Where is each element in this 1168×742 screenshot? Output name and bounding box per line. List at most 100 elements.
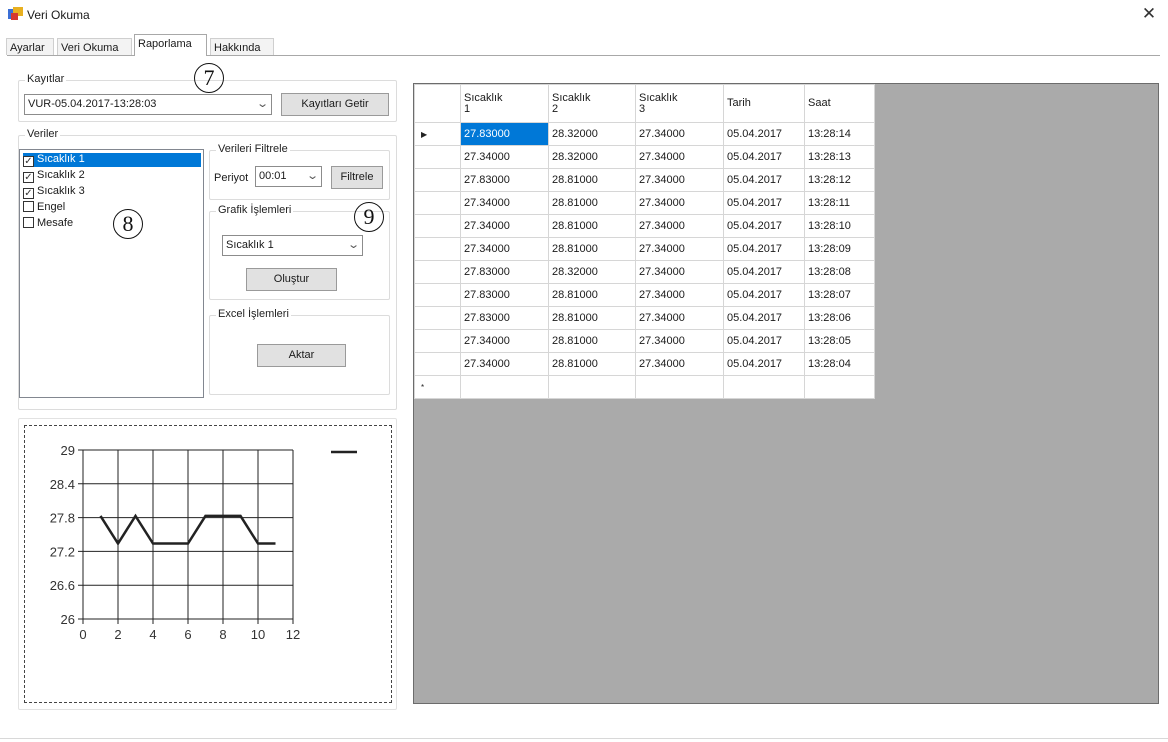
table-cell[interactable]: 13:28:06 (804, 306, 875, 330)
row-header-cell[interactable] (414, 237, 461, 261)
table-cell[interactable]: 27.83000 (460, 168, 549, 192)
table-cell[interactable]: 28.32000 (548, 260, 636, 284)
table-cell[interactable]: 27.83000 (460, 122, 549, 146)
close-icon[interactable]: ✕ (1140, 4, 1158, 24)
table-cell[interactable]: 05.04.2017 (723, 122, 805, 146)
table-cell[interactable]: 27.34000 (460, 191, 549, 215)
table-cell[interactable]: 13:28:12 (804, 168, 875, 192)
table-cell[interactable]: 27.34000 (460, 214, 549, 238)
table-cell[interactable]: 27.34000 (635, 214, 724, 238)
row-header-cell[interactable] (414, 329, 461, 353)
table-cell[interactable]: 05.04.2017 (723, 352, 805, 376)
list-item-sicaklik-3[interactable]: ✓ Sıcaklık 3 (23, 185, 201, 199)
table-cell[interactable]: 28.81000 (548, 237, 636, 261)
table-cell[interactable]: 27.34000 (460, 237, 549, 261)
table-cell[interactable]: 13:28:05 (804, 329, 875, 353)
table-cell[interactable]: 27.34000 (460, 352, 549, 376)
table-cell[interactable]: 27.34000 (635, 260, 724, 284)
column-header[interactable]: Sıcaklık 2 (548, 84, 636, 123)
table-cell[interactable]: 27.83000 (460, 283, 549, 307)
checkbox-checked-icon[interactable]: ✓ (23, 188, 34, 199)
table-cell[interactable]: 27.34000 (460, 329, 549, 353)
table-row[interactable]: 27.34000 28.32000 27.34000 05.04.2017 13:28:… (414, 145, 875, 169)
table-cell[interactable]: 27.83000 (460, 306, 549, 330)
column-header[interactable]: Sıcaklık 3 (635, 84, 724, 123)
table-cell[interactable]: 28.81000 (548, 191, 636, 215)
column-header[interactable]: Saat (804, 84, 875, 123)
table-cell[interactable]: 28.81000 (548, 283, 636, 307)
column-header[interactable]: Sıcaklık 1 (460, 84, 549, 123)
table-cell[interactable]: 13:28:11 (804, 191, 875, 215)
table-cell[interactable]: 28.81000 (548, 168, 636, 192)
row-header-cell[interactable] (414, 191, 461, 215)
table-cell[interactable]: 27.83000 (460, 260, 549, 284)
table-cell[interactable]: 13:28:08 (804, 260, 875, 284)
table-cell[interactable]: 05.04.2017 (723, 214, 805, 238)
data-grid[interactable]: Sıcaklık 1 Sıcaklık 2 Sıcaklık 3 Tarih S… (413, 83, 1159, 704)
table-cell[interactable]: 27.34000 (635, 237, 724, 261)
export-excel-button[interactable]: Aktar (257, 344, 346, 367)
table-cell[interactable]: 27.34000 (635, 168, 724, 192)
table-cell[interactable]: 28.32000 (548, 122, 636, 146)
tab-hakkinda[interactable]: Hakkında (210, 38, 274, 55)
table-cell[interactable]: 28.32000 (548, 145, 636, 169)
filter-button[interactable]: Filtrele (331, 166, 383, 189)
table-cell[interactable]: 27.34000 (635, 283, 724, 307)
table-cell[interactable]: 27.34000 (460, 145, 549, 169)
tab-ayarlar[interactable]: Ayarlar (6, 38, 54, 55)
table-cell[interactable]: 27.34000 (635, 306, 724, 330)
list-item-sicaklik-2[interactable]: ✓ Sıcaklık 2 (23, 169, 201, 183)
row-header-cell[interactable] (414, 168, 461, 192)
records-select[interactable]: VUR-05.04.2017-13:28:03 ⌄ (24, 94, 272, 115)
row-header-cell[interactable] (414, 214, 461, 238)
table-row[interactable]: 27.83000 28.32000 27.34000 05.04.2017 13:28:… (414, 260, 875, 284)
table-cell[interactable]: 27.34000 (635, 191, 724, 215)
fetch-records-button[interactable]: Kayıtları Getir (281, 93, 389, 116)
table-cell[interactable]: 05.04.2017 (723, 168, 805, 192)
row-header-cell[interactable] (414, 352, 461, 376)
table-row[interactable]: 27.83000 28.81000 27.34000 05.04.2017 13:28:… (414, 168, 875, 192)
table-cell[interactable] (804, 375, 875, 399)
table-cell[interactable]: 05.04.2017 (723, 283, 805, 307)
column-header[interactable]: Tarih (723, 84, 805, 123)
row-header-cell[interactable] (414, 306, 461, 330)
table-cell[interactable]: 05.04.2017 (723, 329, 805, 353)
grid-corner-cell[interactable] (414, 84, 461, 123)
checkbox-checked-icon[interactable]: ✓ (23, 156, 34, 167)
table-cell[interactable]: 05.04.2017 (723, 306, 805, 330)
table-cell[interactable]: 28.81000 (548, 329, 636, 353)
table-cell[interactable]: 13:28:13 (804, 145, 875, 169)
table-cell[interactable]: 13:28:07 (804, 283, 875, 307)
list-item-sicaklik-1[interactable]: ✓ Sıcaklık 1 (23, 153, 201, 167)
table-row[interactable]: 27.34000 28.81000 27.34000 05.04.2017 13:28:… (414, 237, 875, 261)
table-cell[interactable]: 13:28:04 (804, 352, 875, 376)
table-cell[interactable] (460, 375, 549, 399)
table-cell[interactable]: 27.34000 (635, 145, 724, 169)
data-checked-list[interactable]: ✓ Sıcaklık 1 ✓ Sıcaklık 2 ✓ Sıcaklık 3 Enge… (19, 149, 204, 398)
table-cell[interactable]: 05.04.2017 (723, 260, 805, 284)
table-cell[interactable]: 05.04.2017 (723, 191, 805, 215)
table-row[interactable]: 27.34000 28.81000 27.34000 05.04.2017 13:28:… (414, 352, 875, 376)
table-cell[interactable]: 28.81000 (548, 352, 636, 376)
table-cell[interactable] (635, 375, 724, 399)
table-cell[interactable] (723, 375, 805, 399)
tab-raporlama[interactable]: Raporlama (134, 34, 207, 56)
table-cell[interactable]: 13:28:10 (804, 214, 875, 238)
current-row-indicator-icon[interactable]: ▶ (414, 122, 461, 146)
new-row-indicator-icon[interactable]: * (414, 375, 461, 399)
table-row[interactable]: 27.83000 28.81000 27.34000 05.04.2017 13:28:… (414, 283, 875, 307)
row-header-cell[interactable] (414, 145, 461, 169)
table-row[interactable]: 27.83000 28.81000 27.34000 05.04.2017 13:28:… (414, 306, 875, 330)
table-row[interactable]: ▶ 27.83000 28.32000 27.34000 05.04.2017 13:28… (414, 122, 875, 146)
list-item-engel[interactable]: Engel (23, 201, 201, 215)
table-cell[interactable]: 28.81000 (548, 306, 636, 330)
checkbox-unchecked-icon[interactable] (23, 217, 34, 228)
table-cell[interactable]: 05.04.2017 (723, 145, 805, 169)
table-cell[interactable]: 13:28:09 (804, 237, 875, 261)
row-header-cell[interactable] (414, 283, 461, 307)
table-cell[interactable]: 28.81000 (548, 214, 636, 238)
list-item-mesafe[interactable]: Mesafe (23, 217, 201, 231)
table-cell[interactable]: 27.34000 (635, 352, 724, 376)
create-chart-button[interactable]: Oluştur (246, 268, 337, 291)
tab-veri-okuma[interactable]: Veri Okuma (57, 38, 132, 55)
